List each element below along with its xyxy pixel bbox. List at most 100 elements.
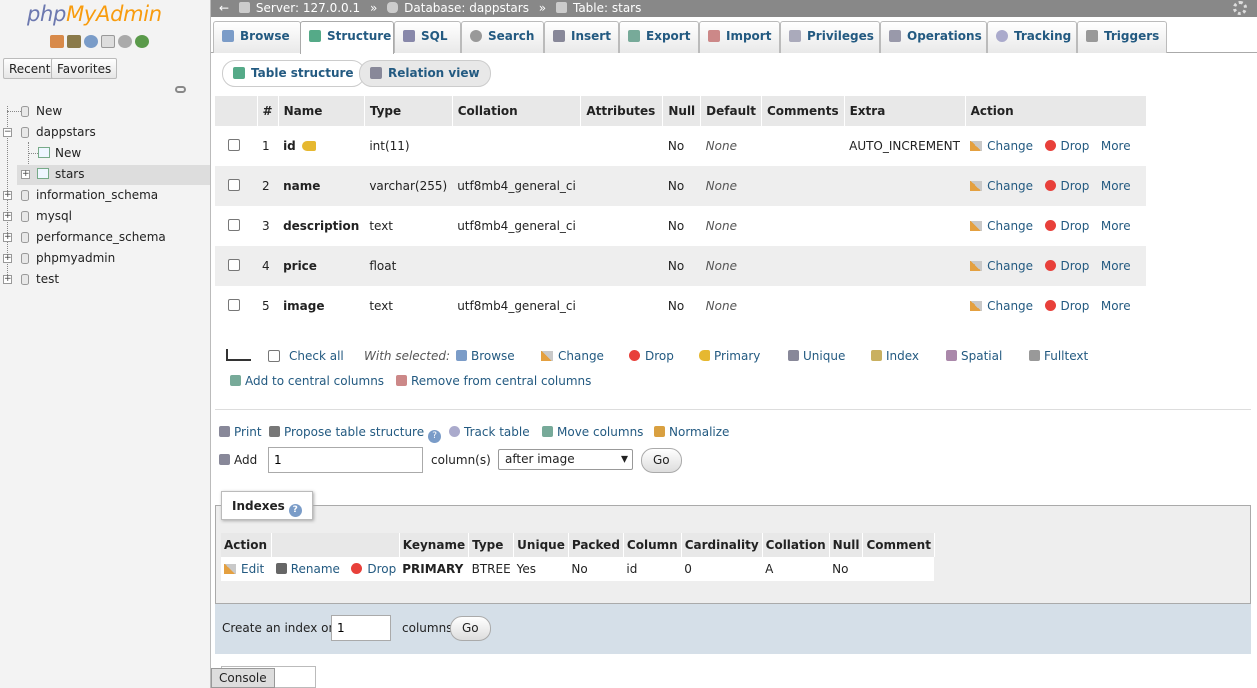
tab-sql[interactable]: SQL [394, 21, 461, 53]
add-columns-go-button[interactable]: Go [641, 448, 682, 473]
row-checkbox[interactable] [228, 298, 240, 311]
bulk-browse-button[interactable]: Browse [456, 349, 515, 363]
row-checkbox[interactable] [228, 178, 240, 191]
tab-insert[interactable]: Insert [544, 21, 619, 53]
more-link[interactable]: More [1101, 299, 1131, 313]
print-button[interactable]: Print [219, 425, 262, 439]
bulk-spatial-button[interactable]: Spatial [946, 349, 1002, 363]
change-link[interactable]: Change [970, 139, 1033, 153]
column-header[interactable]: Name [278, 96, 365, 126]
normalize-button[interactable]: Normalize [654, 425, 729, 439]
tree-item-phpmyadmin[interactable]: phpmyadmin [36, 251, 115, 265]
tree-item-test[interactable]: test [36, 272, 59, 286]
edit-index-button[interactable]: Edit [224, 562, 264, 576]
tab-tracking[interactable]: Tracking [987, 21, 1077, 53]
console-button[interactable]: Console [211, 668, 275, 688]
bulk-drop-button[interactable]: Drop [629, 349, 674, 363]
bulk-change-button[interactable]: Change [541, 349, 604, 363]
tab-structure[interactable]: Structure [300, 21, 394, 54]
tree-item-new[interactable]: New [36, 104, 62, 118]
change-link[interactable]: Change [970, 219, 1033, 233]
drop-index-button[interactable]: Drop [351, 562, 396, 576]
tree-item-dappstars[interactable]: dappstars [36, 125, 96, 139]
column-header[interactable]: Default [700, 96, 762, 126]
add-columns-count-input[interactable] [268, 447, 423, 473]
column-header[interactable]: Type [364, 96, 453, 126]
indexes-title[interactable]: Indexes? [221, 491, 313, 520]
check-all-checkbox[interactable] [268, 350, 280, 362]
expand-icon[interactable]: + [3, 254, 12, 263]
breadcrumb-server[interactable]: Server: 127.0.0.1 [256, 1, 360, 15]
change-link[interactable]: Change [970, 179, 1033, 193]
expand-icon[interactable]: + [3, 191, 12, 200]
recent-tab[interactable]: Recent [3, 58, 57, 79]
favorites-tab[interactable]: Favorites [51, 58, 118, 79]
tree-item-information-schema[interactable]: information_schema [36, 188, 158, 202]
column-header[interactable]: Extra [844, 96, 966, 126]
tab-import[interactable]: Import [699, 21, 780, 53]
bulk-unique-button[interactable]: Unique [788, 349, 845, 363]
drop-link[interactable]: Drop [1044, 299, 1089, 313]
expand-icon[interactable]: + [3, 275, 12, 284]
more-link[interactable]: More [1101, 219, 1131, 233]
phpmyadmin-logo[interactable]: phpMyAdmin [27, 2, 162, 26]
more-link[interactable]: More [1101, 139, 1131, 153]
row-checkbox[interactable] [228, 138, 240, 151]
drop-link[interactable]: Drop [1044, 259, 1089, 273]
move-columns-button[interactable]: Move columns [542, 425, 643, 439]
link-with-main-icon[interactable] [175, 86, 186, 93]
breadcrumb-database[interactable]: Database: dappstars [404, 1, 529, 15]
drop-link[interactable]: Drop [1044, 139, 1089, 153]
drop-link[interactable]: Drop [1044, 179, 1089, 193]
drop-link[interactable]: Drop [1044, 219, 1089, 233]
bulk-primary-button[interactable]: Primary [699, 349, 760, 363]
tree-item-performance-schema[interactable]: performance_schema [36, 230, 166, 244]
settings-icon[interactable] [118, 35, 132, 48]
expand-icon[interactable]: + [3, 233, 12, 242]
column-header[interactable]: # [257, 96, 279, 126]
column-position-select[interactable]: after image [498, 449, 633, 470]
bulk-index-button[interactable]: Index [871, 349, 919, 363]
row-checkbox[interactable] [228, 258, 240, 271]
tab-operations[interactable]: Operations [880, 21, 987, 53]
tree-item-stars[interactable]: stars [55, 167, 85, 181]
tab-triggers[interactable]: Triggers [1077, 21, 1167, 53]
create-index-go-button[interactable]: Go [450, 616, 491, 641]
row-checkbox[interactable] [228, 218, 240, 231]
home-icon[interactable] [50, 35, 64, 48]
more-link[interactable]: More [1101, 259, 1131, 273]
tab-search[interactable]: Search [461, 21, 544, 53]
help-icon[interactable]: ? [288, 504, 302, 517]
tab-browse[interactable]: Browse [213, 21, 301, 53]
expand-icon[interactable]: + [3, 212, 12, 221]
help-icon[interactable]: ? [428, 430, 442, 443]
exit-icon[interactable] [67, 35, 81, 48]
docs-icon[interactable] [101, 35, 115, 48]
subtab-table-structure[interactable]: Table structure [222, 60, 365, 87]
column-header[interactable]: Comments [761, 96, 845, 126]
remove-central-columns-button[interactable]: Remove from central columns [396, 374, 591, 388]
gear-icon[interactable] [1233, 1, 1247, 15]
tab-export[interactable]: Export [619, 21, 699, 53]
check-all-label[interactable]: Check all [289, 349, 344, 363]
change-link[interactable]: Change [970, 259, 1033, 273]
breadcrumb-table[interactable]: Table: stars [573, 1, 641, 15]
tree-item-mysql[interactable]: mysql [36, 209, 72, 223]
tab-privileges[interactable]: Privileges [780, 21, 880, 53]
track-table-button[interactable]: Track table [449, 425, 530, 439]
propose-structure-button[interactable]: Propose table structure? [269, 425, 442, 443]
back-arrow-icon[interactable]: ← [219, 1, 229, 15]
column-header[interactable]: Collation [452, 96, 582, 126]
add-central-columns-button[interactable]: Add to central columns [230, 374, 384, 388]
create-index-count-input[interactable] [331, 615, 391, 641]
rename-index-button[interactable]: Rename [275, 562, 340, 576]
more-link[interactable]: More [1101, 179, 1131, 193]
bulk-fulltext-button[interactable]: Fulltext [1029, 349, 1088, 363]
tree-item-new-table[interactable]: New [55, 146, 81, 160]
subtab-relation-view[interactable]: Relation view [359, 60, 491, 87]
collapse-icon[interactable]: − [3, 128, 12, 137]
column-header[interactable]: Null [662, 96, 702, 126]
column-header[interactable]: Attributes [580, 96, 664, 126]
help-icon[interactable] [84, 35, 98, 48]
reload-icon[interactable] [135, 35, 149, 48]
